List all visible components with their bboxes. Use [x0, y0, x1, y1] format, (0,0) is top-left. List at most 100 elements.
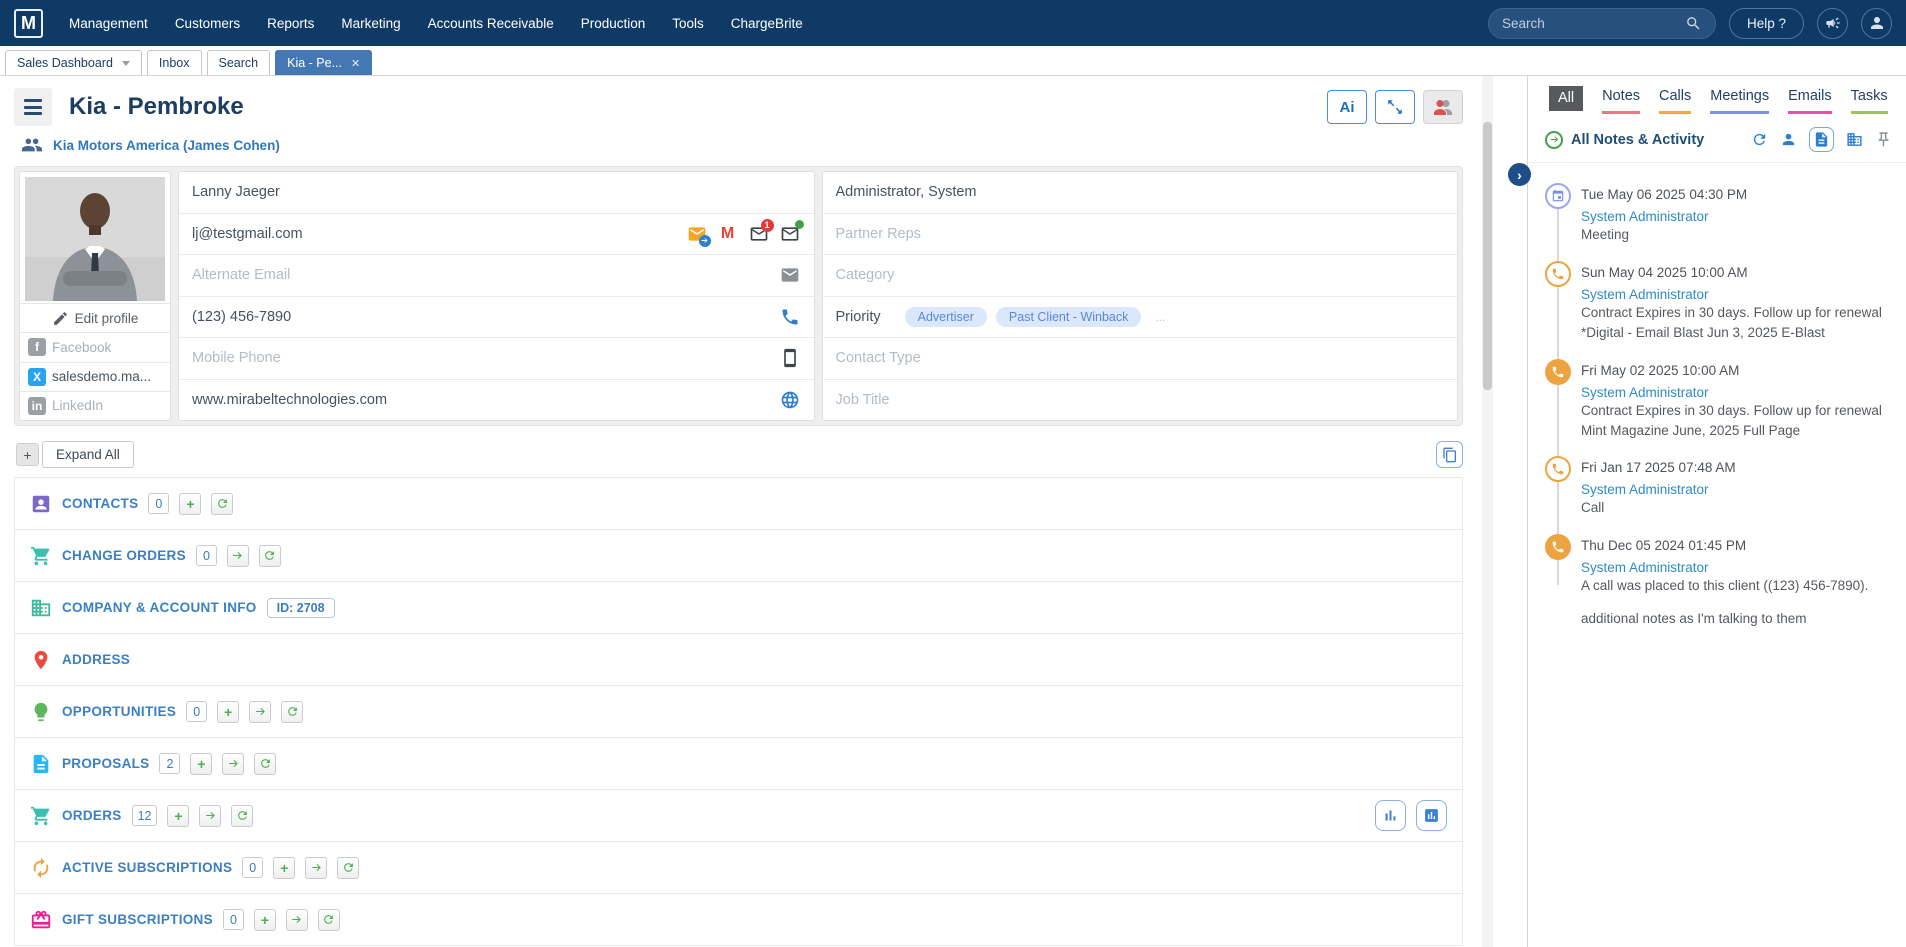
search-icon[interactable]	[1685, 15, 1702, 32]
social-link-facebook[interactable]: f Facebook	[20, 332, 170, 361]
entry-author[interactable]: System Administrator	[1581, 209, 1896, 224]
field-row-right-4[interactable]: Contact Type	[822, 337, 1457, 379]
field-row-left-1[interactable]: lj@testgmail.com ➔ M 1	[179, 212, 814, 255]
nav-item-chargebrite[interactable]: ChargeBrite	[731, 16, 803, 31]
chevron-down-icon[interactable]	[121, 60, 130, 66]
related-contacts-button[interactable]	[1423, 90, 1463, 124]
go-button[interactable]	[199, 804, 222, 827]
nav-item-reports[interactable]: Reports	[267, 16, 314, 31]
nav-item-accounts-receivable[interactable]: Accounts Receivable	[428, 16, 554, 31]
refresh-button[interactable]	[211, 492, 234, 515]
go-button[interactable]	[305, 856, 328, 879]
entry-author[interactable]: System Administrator	[1581, 287, 1896, 302]
activity-tab-tasks[interactable]: Tasks	[1850, 88, 1888, 114]
help-button[interactable]: Help ?	[1728, 7, 1804, 39]
section-label[interactable]: CONTACTS	[62, 496, 138, 511]
field-row-right-3[interactable]: Priority Advertiser Past Client - Winback.…	[822, 295, 1457, 338]
edit-profile-button[interactable]: Edit profile	[20, 303, 170, 332]
nav-item-management[interactable]: Management	[69, 16, 148, 31]
mobile-icon[interactable]	[779, 347, 801, 369]
ai-button[interactable]: Ai	[1327, 90, 1367, 124]
refresh-button[interactable]	[258, 544, 281, 567]
activity-tab-meetings[interactable]: Meetings	[1710, 88, 1770, 114]
refresh-icon[interactable]	[1751, 131, 1768, 148]
add-button[interactable]: +	[253, 908, 276, 931]
add-button[interactable]: +	[167, 804, 190, 827]
refresh-button[interactable]	[281, 700, 304, 723]
menu-toggle-button[interactable]	[14, 88, 52, 126]
profile-photo[interactable]	[25, 177, 165, 301]
section-label[interactable]: GIFT SUBSCRIPTIONS	[62, 912, 213, 927]
activity-tab-emails[interactable]: Emails	[1788, 88, 1832, 114]
expand-view-button[interactable]	[1375, 90, 1415, 124]
nav-item-production[interactable]: Production	[581, 16, 646, 31]
mail-unread-icon[interactable]: 1	[748, 218, 774, 245]
more-ellipsis[interactable]: ...	[1155, 310, 1165, 324]
search-input[interactable]	[1501, 15, 1685, 31]
field-row-left-3[interactable]: (123) 456-7890	[179, 295, 814, 338]
field-row-left-4[interactable]: Mobile Phone	[179, 337, 814, 379]
refresh-button[interactable]	[317, 908, 340, 931]
add-button[interactable]: +	[217, 700, 240, 723]
refresh-button[interactable]	[254, 752, 277, 775]
social-link-x[interactable]: Xsalesdemo.ma...	[20, 361, 170, 391]
refresh-button[interactable]	[337, 856, 360, 879]
nav-item-marketing[interactable]: Marketing	[341, 16, 400, 31]
global-search[interactable]	[1487, 7, 1716, 39]
mail-dot-icon[interactable]	[779, 219, 804, 245]
section-label[interactable]: ADDRESS	[62, 652, 130, 667]
activity-tab-all[interactable]: All	[1549, 86, 1584, 111]
field-row-right-2[interactable]: Category	[822, 254, 1457, 296]
section-label[interactable]: OPPORTUNITIES	[62, 704, 176, 719]
section-label[interactable]: ORDERS	[62, 808, 122, 823]
social-link-linkedin[interactable]: in LinkedIn	[20, 390, 170, 420]
scrollbar-thumb[interactable]	[1483, 122, 1492, 390]
field-row-left-2[interactable]: Alternate Email	[179, 254, 814, 296]
account-button[interactable]	[1861, 7, 1892, 39]
notes-copy-button[interactable]	[1436, 441, 1463, 468]
expand-all-button[interactable]: Expand All	[42, 441, 134, 468]
workspace-tab[interactable]: Sales Dashboard	[5, 50, 142, 75]
priority-chip[interactable]: Advertiser	[904, 306, 987, 327]
activity-tab-notes[interactable]: Notes	[1602, 88, 1641, 114]
field-row-right-1[interactable]: Partner Reps	[822, 212, 1457, 255]
main-scrollbar[interactable]	[1482, 76, 1493, 947]
priority-chip[interactable]: Past Client - Winback	[995, 306, 1142, 327]
envelope-icon[interactable]	[779, 264, 801, 286]
section-label[interactable]: PROPOSALS	[62, 756, 149, 771]
field-row-left-0[interactable]: Lanny Jaeger	[179, 172, 814, 213]
company-notes-icon[interactable]	[1846, 131, 1863, 148]
add-button[interactable]: +	[179, 492, 202, 515]
workspace-tab[interactable]: Search	[206, 50, 271, 75]
activity-tab-calls[interactable]: Calls	[1659, 88, 1692, 114]
refresh-button[interactable]	[231, 804, 254, 827]
nav-item-customers[interactable]: Customers	[175, 16, 240, 31]
go-button[interactable]	[249, 700, 272, 723]
field-row-right-0[interactable]: Administrator, System	[823, 172, 1458, 213]
phone-icon[interactable]	[779, 306, 801, 328]
entry-author[interactable]: System Administrator	[1581, 560, 1896, 575]
section-label[interactable]: COMPANY & ACCOUNT INFO	[62, 600, 257, 615]
mail-forward-icon[interactable]: ➔	[686, 223, 711, 247]
collapse-panel-button[interactable]: ›	[1508, 163, 1531, 186]
expand-all-plus-icon[interactable]: +	[16, 443, 39, 466]
go-button[interactable]	[222, 752, 245, 775]
gmail-icon[interactable]: M	[716, 222, 739, 245]
report-button[interactable]	[1416, 800, 1447, 831]
go-button[interactable]	[226, 544, 249, 567]
parent-company-link[interactable]: Kia Motors America (James Cohen)	[21, 134, 1481, 156]
nav-item-tools[interactable]: Tools	[672, 16, 704, 31]
section-label[interactable]: CHANGE ORDERS	[62, 548, 186, 563]
contact-filter-icon[interactable]	[1780, 131, 1797, 148]
add-button[interactable]: +	[190, 752, 213, 775]
add-button[interactable]: +	[273, 856, 296, 879]
entry-author[interactable]: System Administrator	[1581, 385, 1896, 400]
app-logo[interactable]: M	[14, 8, 43, 38]
field-row-left-5[interactable]: www.mirabeltechnologies.com	[179, 378, 814, 421]
go-button[interactable]	[285, 908, 308, 931]
section-label[interactable]: ACTIVE SUBSCRIPTIONS	[62, 860, 232, 875]
chart-button[interactable]	[1375, 800, 1406, 831]
entry-author[interactable]: System Administrator	[1581, 482, 1896, 497]
pin-note-icon[interactable]	[1875, 131, 1892, 148]
announcements-button[interactable]	[1817, 7, 1848, 39]
